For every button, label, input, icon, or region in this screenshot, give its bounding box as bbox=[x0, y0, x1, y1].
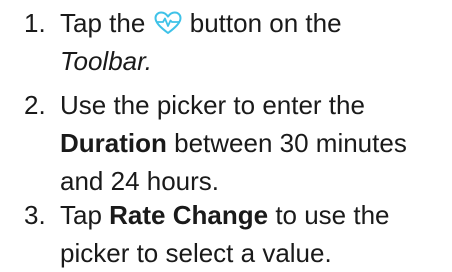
step-2-line-3: and 24 hours. bbox=[60, 166, 220, 196]
toolbar-label: Toolbar. bbox=[60, 46, 153, 76]
step-1-line-1: Tap the button on the bbox=[60, 4, 450, 42]
step-2-line-1: Use the picker to enter the bbox=[60, 90, 365, 120]
step-number: 3. bbox=[24, 200, 46, 230]
instruction-steps: 1. Tap the button on the Toolbar. 2. Use… bbox=[0, 0, 452, 272]
step-number: 1. bbox=[24, 8, 46, 38]
duration-label: Duration bbox=[60, 128, 167, 158]
rate-change-label: Rate Change bbox=[109, 200, 269, 230]
step-3-line-2: picker to select a value. bbox=[60, 238, 332, 268]
step-number: 2. bbox=[24, 90, 46, 120]
step-text: Tap the button on the Toolbar. bbox=[60, 4, 450, 80]
step-3-line-1: Tap Rate Change to use the bbox=[60, 196, 450, 234]
step-text: Tap Rate Change to use the picker to sel… bbox=[60, 196, 450, 272]
heart-pulse-icon bbox=[154, 11, 182, 34]
step-2-line-2: Duration between 30 minutes bbox=[60, 124, 450, 162]
step-text: Use the picker to enter the Duration bet… bbox=[60, 86, 450, 200]
step-3-pre-bold: Tap bbox=[60, 200, 102, 230]
step-1-pre-icon: Tap the bbox=[60, 8, 146, 38]
step-2-line-2-rest: between 30 minutes bbox=[174, 128, 407, 158]
step-1-post-icon: button on the bbox=[189, 8, 342, 38]
step-3-post-bold: to use the bbox=[275, 200, 390, 230]
